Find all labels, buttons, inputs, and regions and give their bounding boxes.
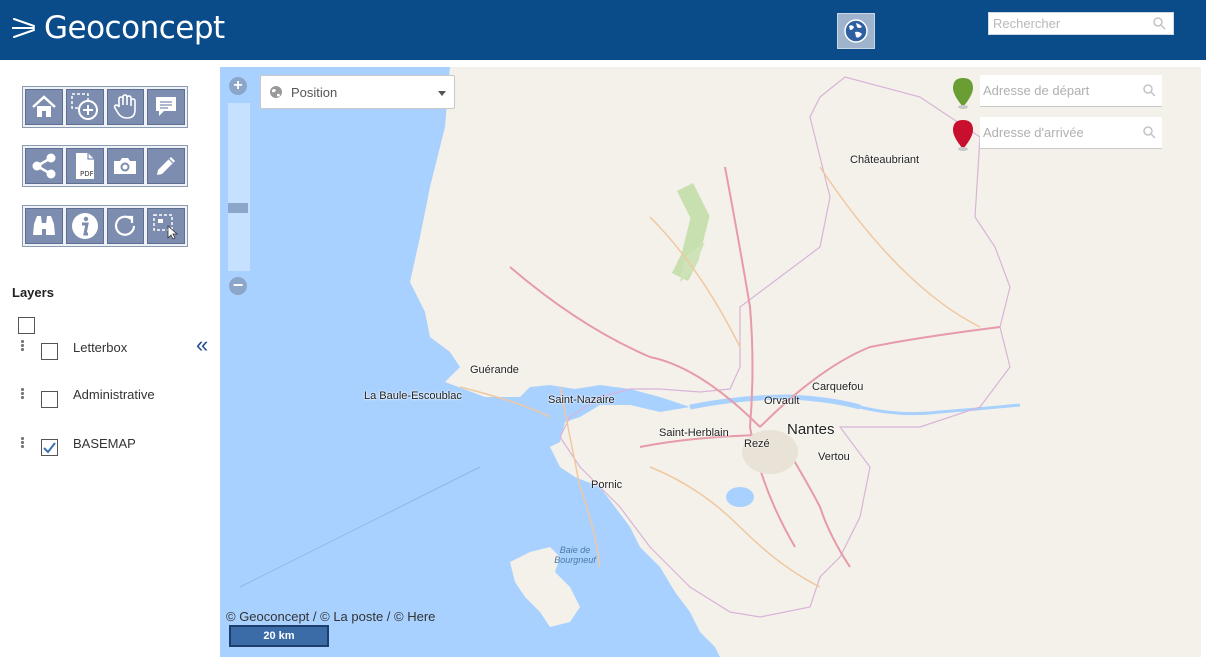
- end-address-input[interactable]: [980, 117, 1140, 147]
- city-label: Nantes: [787, 421, 835, 438]
- pan-hand-icon: [114, 94, 137, 119]
- svg-text:PDF: PDF: [80, 170, 94, 178]
- route-end-row: [951, 117, 1163, 151]
- city-label: Orvault: [764, 395, 800, 407]
- edit-button[interactable]: [147, 148, 185, 184]
- select-area-button[interactable]: [147, 208, 185, 244]
- map-canvas[interactable]: + − Position Adresse de départ Adresse d…: [220, 67, 1201, 657]
- geoconcept-logo: Geoconcept: [12, 8, 225, 48]
- city-label: Carquefou: [812, 381, 864, 393]
- search-icon[interactable]: [1143, 126, 1156, 139]
- city-label: Saint-Herblain: [659, 427, 729, 439]
- search-input[interactable]: [989, 13, 1149, 34]
- pencil-icon: [157, 157, 176, 175]
- map-attribution: © Geoconcept / © La poste / © Here: [226, 609, 436, 624]
- drag-handle-icon[interactable]: [21, 388, 25, 400]
- drag-handle-icon[interactable]: [21, 340, 25, 352]
- select-area-icon: [153, 214, 179, 240]
- zoom-rectangle-icon: [70, 93, 98, 120]
- search-icon[interactable]: [1143, 84, 1156, 97]
- home-button[interactable]: [25, 89, 63, 125]
- pdf-button[interactable]: PDF: [65, 148, 104, 184]
- city-label: Châteaubriant: [850, 154, 920, 166]
- toolbar-group-tools: [22, 205, 188, 247]
- position-label: Position: [291, 84, 338, 100]
- start-address-field[interactable]: [980, 75, 1162, 107]
- start-pin-icon: [953, 78, 973, 109]
- end-address-field[interactable]: [980, 117, 1162, 149]
- route-start-row: [951, 75, 1163, 109]
- toolbar-group-navigation: [22, 86, 188, 128]
- start-address-input[interactable]: [980, 75, 1140, 105]
- globe-icon: [844, 19, 868, 43]
- layer-checkbox-administrative[interactable]: [41, 391, 58, 408]
- share-icon: [32, 153, 56, 179]
- city-label: Vertou: [818, 451, 850, 463]
- city-label: Guérande: [470, 364, 519, 376]
- camera-button[interactable]: [106, 148, 145, 184]
- layer-checkbox-basemap[interactable]: [41, 439, 58, 456]
- pdf-icon: PDF: [75, 153, 94, 179]
- refresh-button[interactable]: [106, 208, 145, 244]
- layers-title: Layers: [12, 285, 54, 300]
- city-label: Pornic: [591, 479, 623, 491]
- scale-bar: 20 km: [229, 625, 329, 647]
- search-icon[interactable]: [1153, 17, 1166, 30]
- zoom-out-button[interactable]: −: [229, 276, 247, 295]
- sidebar: PDF Layers Letterbox « Administrative BA…: [0, 60, 220, 662]
- logo-rays-icon: [12, 18, 35, 38]
- comment-icon: [156, 97, 177, 116]
- chevron-down-icon: [438, 91, 446, 96]
- pan-button[interactable]: [106, 89, 145, 125]
- search-box[interactable]: [988, 12, 1174, 35]
- logo-text: Geoconcept: [44, 10, 225, 46]
- layer-label-letterbox: Letterbox: [73, 340, 128, 355]
- end-pin-icon: [953, 120, 973, 151]
- toolbar-group-export: PDF: [22, 145, 188, 187]
- layers-select-all-checkbox[interactable]: [18, 317, 35, 334]
- globe-button[interactable]: [837, 13, 875, 49]
- binoculars-button[interactable]: [25, 208, 63, 244]
- share-button[interactable]: [25, 148, 63, 184]
- app-header: Geoconcept: [0, 0, 1206, 60]
- checkmark-icon: [43, 442, 56, 454]
- comment-button[interactable]: [147, 89, 185, 125]
- collapse-panel-button[interactable]: «: [196, 334, 208, 356]
- home-icon: [32, 95, 56, 117]
- basemap: [220, 67, 1201, 657]
- zoom-rectangle-button[interactable]: [65, 89, 104, 125]
- camera-icon: [114, 158, 137, 174]
- refresh-icon: [115, 215, 136, 236]
- layer-label-basemap: BASEMAP: [73, 436, 136, 451]
- layer-label-administrative: Administrative: [73, 387, 155, 402]
- info-icon: [71, 213, 98, 239]
- zoom-slider-track[interactable]: [228, 103, 250, 271]
- city-label: Rezé: [744, 438, 770, 450]
- zoom-in-button[interactable]: +: [229, 77, 247, 95]
- binoculars-icon: [32, 216, 55, 235]
- zoom-slider-handle[interactable]: [228, 203, 248, 213]
- city-label: La Baule-Escoublac: [364, 390, 462, 402]
- globe-small-icon: [270, 86, 282, 98]
- position-dropdown[interactable]: Position: [260, 75, 455, 109]
- city-label: Saint-Nazaire: [548, 394, 615, 406]
- drag-handle-icon[interactable]: [21, 437, 25, 449]
- layer-checkbox-letterbox[interactable]: [41, 343, 58, 360]
- water-label: Baie de Bourgneuf: [554, 545, 596, 565]
- info-button[interactable]: [65, 208, 104, 244]
